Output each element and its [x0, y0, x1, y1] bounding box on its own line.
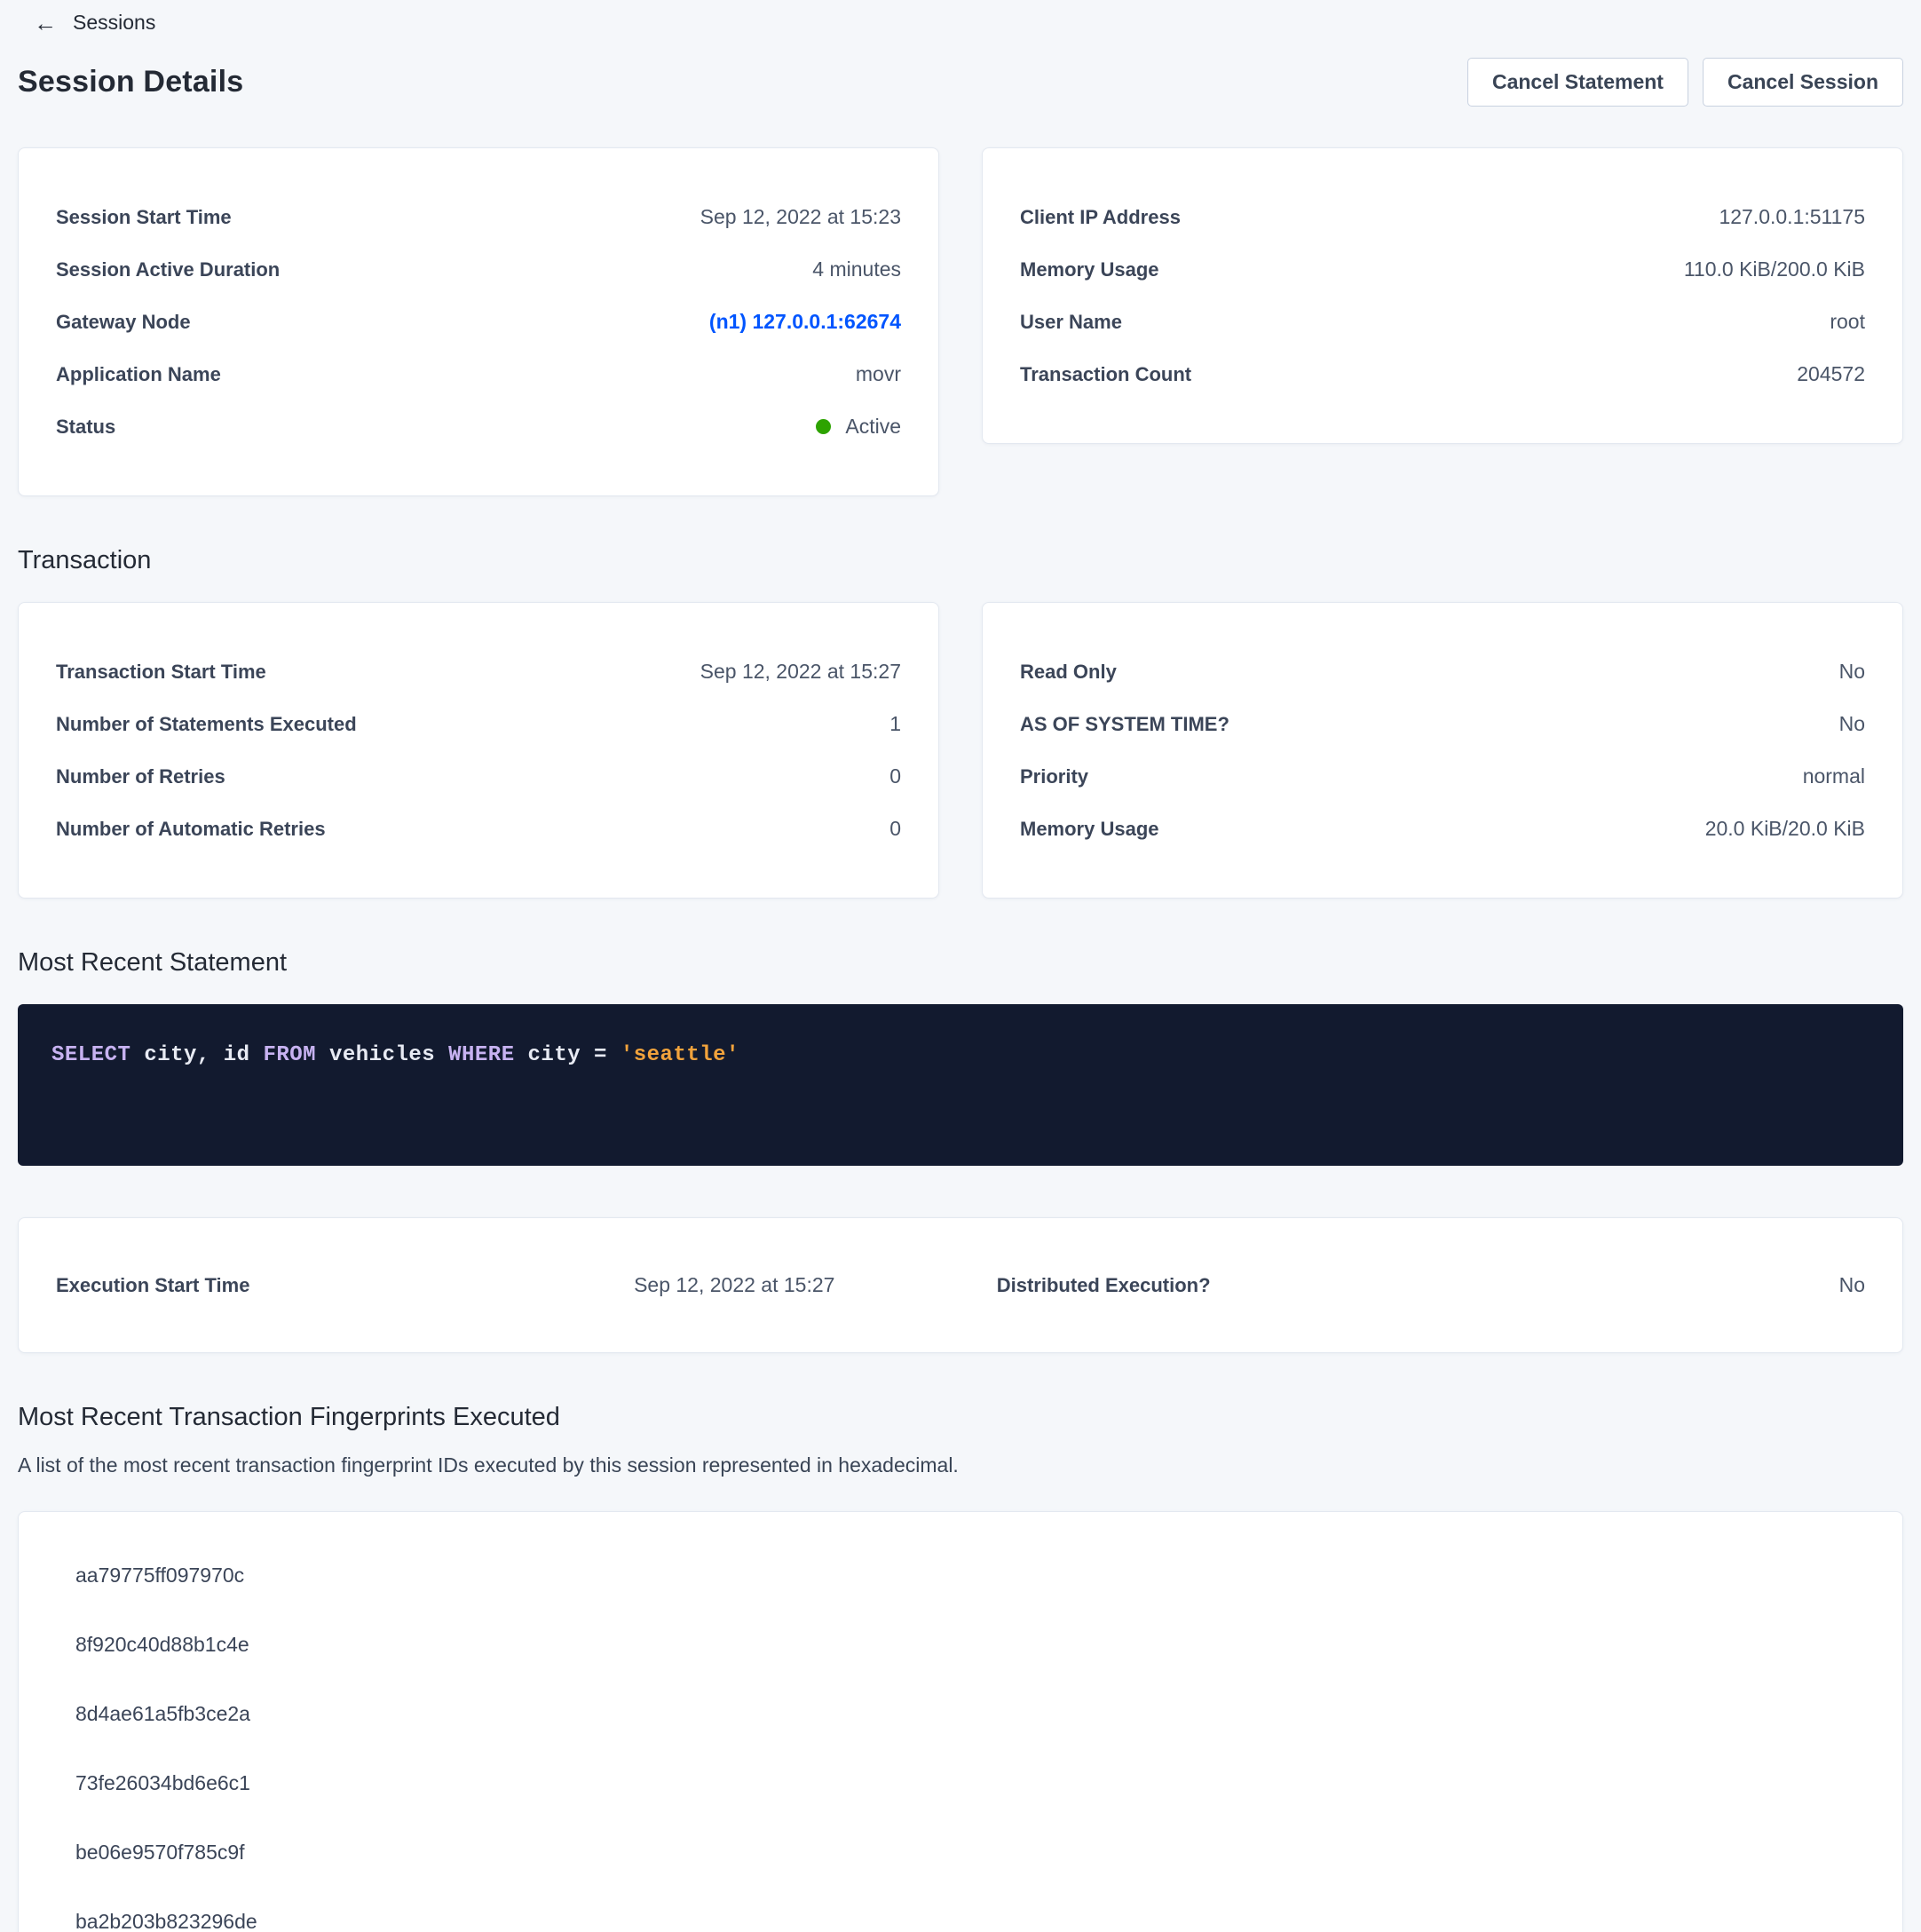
automatic-retries-label: Number of Automatic Retries: [56, 818, 326, 841]
breadcrumb-back-sessions[interactable]: ← Sessions: [18, 11, 155, 35]
transaction-card-right: Read Only No AS OF SYSTEM TIME? No Prior…: [982, 602, 1903, 899]
automatic-retries-row: Number of Automatic Retries 0: [56, 803, 901, 855]
txn-memory-usage-row: Memory Usage 20.0 KiB/20.0 KiB: [1020, 803, 1865, 855]
sql-token: city =: [515, 1043, 621, 1067]
cancel-session-button[interactable]: Cancel Session: [1703, 58, 1903, 107]
memory-usage-value: 110.0 KiB/200.0 KiB: [1684, 257, 1865, 281]
fingerprint-id: aa79775ff097970c: [19, 1540, 1902, 1610]
fingerprints-description: A list of the most recent transaction fi…: [18, 1453, 1903, 1477]
transaction-row: Transaction Start Time Sep 12, 2022 at 1…: [18, 602, 1903, 899]
gateway-node-link[interactable]: (n1) 127.0.0.1:62674: [709, 310, 901, 334]
statement-section-heading: Most Recent Statement: [18, 948, 1903, 978]
breadcrumb-label: Sessions: [73, 11, 155, 35]
application-name-label: Application Name: [56, 363, 221, 386]
sql-statement-box: SELECT city, id FROM vehicles WHERE city…: [18, 1004, 1903, 1166]
priority-label: Priority: [1020, 765, 1088, 788]
as-of-system-time-label: AS OF SYSTEM TIME?: [1020, 713, 1229, 736]
retries-row: Number of Retries 0: [56, 750, 901, 803]
status-active-dot-icon: [816, 419, 831, 434]
transaction-card-left: Transaction Start Time Sep 12, 2022 at 1…: [18, 602, 939, 899]
sql-token: vehicles: [316, 1043, 448, 1067]
memory-usage-row: Memory Usage 110.0 KiB/200.0 KiB: [1020, 243, 1865, 296]
session-start-time-label: Session Start Time: [56, 206, 232, 229]
retries-label: Number of Retries: [56, 765, 225, 788]
read-only-row: Read Only No: [1020, 645, 1865, 698]
client-ip-row: Client IP Address 127.0.0.1:51175: [1020, 191, 1865, 243]
session-summary-row: Session Start Time Sep 12, 2022 at 15:23…: [18, 147, 1903, 496]
transaction-count-label: Transaction Count: [1020, 363, 1191, 386]
session-start-time-row: Session Start Time Sep 12, 2022 at 15:23: [56, 191, 901, 243]
read-only-label: Read Only: [1020, 661, 1117, 684]
transaction-section-heading: Transaction: [18, 546, 1903, 575]
status-badge: Active: [816, 415, 901, 439]
header-actions: Cancel Statement Cancel Session: [1467, 58, 1903, 107]
as-of-system-time-value: No: [1839, 712, 1865, 736]
transaction-start-time-row: Transaction Start Time Sep 12, 2022 at 1…: [56, 645, 901, 698]
sql-token: FROM: [263, 1043, 316, 1067]
arrow-left-icon: ←: [34, 12, 57, 35]
as-of-system-time-row: AS OF SYSTEM TIME? No: [1020, 698, 1865, 750]
status-label: Status: [56, 416, 115, 439]
fingerprints-card: aa79775ff097970c 8f920c40d88b1c4e 8d4ae6…: [18, 1511, 1903, 1932]
execution-card: Execution Start Time Sep 12, 2022 at 15:…: [18, 1217, 1903, 1353]
fingerprints-section-heading: Most Recent Transaction Fingerprints Exe…: [18, 1403, 1903, 1432]
read-only-value: No: [1839, 660, 1865, 684]
client-ip-value: 127.0.0.1:51175: [1719, 205, 1865, 229]
sql-token: city, id: [130, 1043, 263, 1067]
priority-value: normal: [1803, 764, 1865, 788]
fingerprint-id: be06e9570f785c9f: [19, 1817, 1902, 1887]
txn-memory-usage-label: Memory Usage: [1020, 818, 1159, 841]
page-header: Session Details Cancel Statement Cancel …: [18, 58, 1903, 107]
distributed-execution-value: No: [1413, 1273, 1866, 1297]
application-name-value: movr: [856, 362, 901, 386]
fingerprint-id: 8d4ae61a5fb3ce2a: [19, 1679, 1902, 1748]
session-start-time-value: Sep 12, 2022 at 15:23: [700, 205, 901, 229]
user-name-value: root: [1830, 310, 1865, 334]
distributed-execution-label: Distributed Execution?: [960, 1274, 1413, 1297]
fingerprint-id: 73fe26034bd6e6c1: [19, 1748, 1902, 1817]
session-summary-card-left: Session Start Time Sep 12, 2022 at 15:23…: [18, 147, 939, 496]
statements-executed-value: 1: [889, 712, 901, 736]
gateway-node-label: Gateway Node: [56, 311, 191, 334]
application-name-row: Application Name movr: [56, 348, 901, 400]
gateway-node-row: Gateway Node (n1) 127.0.0.1:62674: [56, 296, 901, 348]
session-active-duration-row: Session Active Duration 4 minutes: [56, 243, 901, 296]
session-summary-card-right: Client IP Address 127.0.0.1:51175 Memory…: [982, 147, 1903, 444]
statements-executed-row: Number of Statements Executed 1: [56, 698, 901, 750]
sql-token: WHERE: [448, 1043, 515, 1067]
cancel-statement-button[interactable]: Cancel Statement: [1467, 58, 1688, 107]
sql-token: 'seattle': [621, 1043, 739, 1067]
session-active-duration-value: 4 minutes: [812, 257, 901, 281]
transaction-start-time-label: Transaction Start Time: [56, 661, 266, 684]
page-title: Session Details: [18, 65, 243, 99]
txn-memory-usage-value: 20.0 KiB/20.0 KiB: [1705, 817, 1865, 841]
automatic-retries-value: 0: [889, 817, 901, 841]
session-active-duration-label: Session Active Duration: [56, 258, 280, 281]
retries-value: 0: [889, 764, 901, 788]
status-value: Active: [845, 415, 901, 439]
fingerprint-id: ba2b203b823296de: [19, 1887, 1902, 1932]
user-name-label: User Name: [1020, 311, 1122, 334]
transaction-start-time-value: Sep 12, 2022 at 15:27: [700, 660, 901, 684]
sql-token: SELECT: [51, 1043, 130, 1067]
execution-start-time-value: Sep 12, 2022 at 15:27: [509, 1273, 961, 1297]
transaction-count-row: Transaction Count 204572: [1020, 348, 1865, 400]
status-row: Status Active: [56, 400, 901, 453]
transaction-count-value: 204572: [1797, 362, 1865, 386]
client-ip-label: Client IP Address: [1020, 206, 1181, 229]
session-details-page: ← Sessions Session Details Cancel Statem…: [0, 0, 1921, 1932]
fingerprint-id: 8f920c40d88b1c4e: [19, 1610, 1902, 1679]
user-name-row: User Name root: [1020, 296, 1865, 348]
sql-statement: SELECT city, id FROM vehicles WHERE city…: [51, 1043, 739, 1067]
execution-start-time-label: Execution Start Time: [56, 1274, 509, 1297]
priority-row: Priority normal: [1020, 750, 1865, 803]
statements-executed-label: Number of Statements Executed: [56, 713, 357, 736]
memory-usage-label: Memory Usage: [1020, 258, 1159, 281]
